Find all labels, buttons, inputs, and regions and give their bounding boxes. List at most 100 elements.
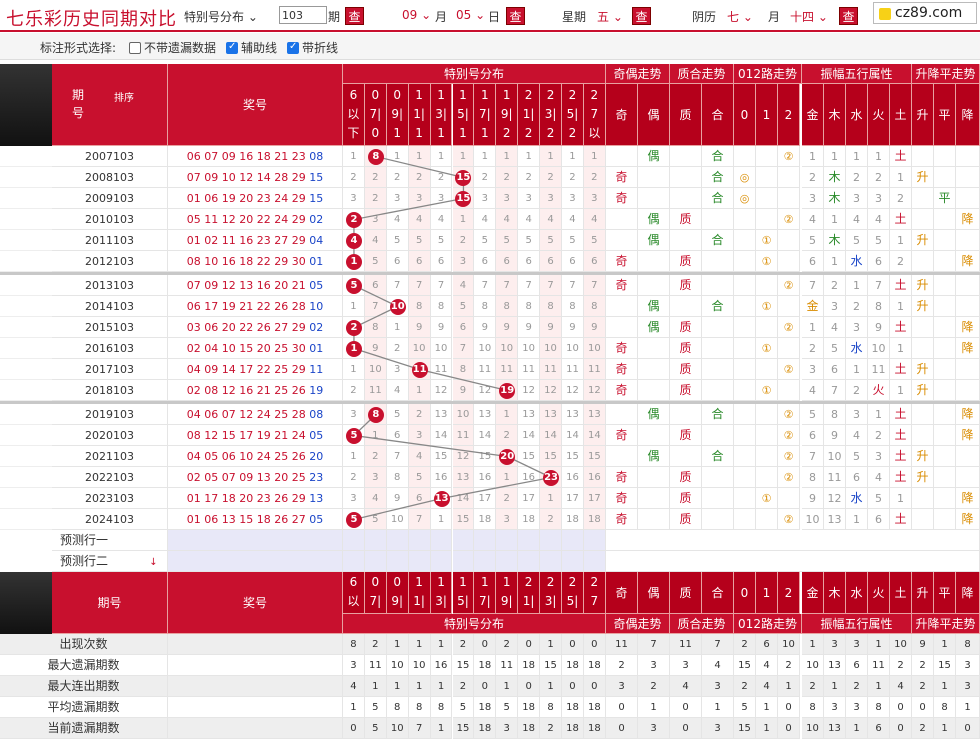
option-guide-line-label: 辅助线	[241, 41, 278, 55]
period-input[interactable]	[279, 6, 327, 24]
day-select[interactable]: 05 ⌄	[456, 8, 485, 22]
predict-dist-cell[interactable]	[583, 551, 606, 572]
dist-col-label: 21|22	[522, 575, 535, 608]
trend-cell: ②	[778, 425, 800, 446]
row-avatar	[0, 380, 52, 401]
predict-award-cell[interactable]	[168, 551, 343, 572]
checkbox-icon[interactable]	[129, 42, 141, 54]
special-number-ball: 23	[543, 469, 560, 486]
trend-cell: 升	[912, 446, 934, 467]
predict-dist-cell[interactable]	[496, 530, 519, 551]
dist-col-label: 13|14	[435, 88, 447, 140]
query-button-period[interactable]: 查	[345, 7, 364, 25]
dist-cell: 2	[583, 167, 606, 188]
trend-cell: 3	[802, 359, 824, 380]
predict-dist-cell[interactable]	[474, 551, 497, 572]
dist-cell: 10	[386, 509, 409, 530]
predict-dist-cell[interactable]	[562, 551, 584, 572]
predict-dist-cell[interactable]	[364, 530, 387, 551]
dist-col-label: 09|10	[391, 88, 404, 140]
trend-cell: 升	[912, 467, 934, 488]
predict-dist-cell[interactable]	[583, 530, 606, 551]
dist-cell: 9	[583, 317, 606, 338]
mode-select[interactable]: 特别号分布 ⌄	[184, 8, 258, 25]
trend-cell: ①	[756, 488, 778, 509]
arrow-down-icon[interactable]: ↓	[146, 557, 157, 568]
checkbox-checked-icon[interactable]	[287, 41, 299, 54]
predict-dist-cell[interactable]	[343, 530, 365, 551]
query-button-week[interactable]: 查	[632, 7, 651, 25]
trend-cell: 4	[802, 380, 824, 401]
predict-dist-cell[interactable]	[518, 530, 541, 551]
predict-dist-cell[interactable]	[452, 530, 475, 551]
trend-cell: 7	[802, 446, 824, 467]
dist-cell: 16	[518, 467, 541, 488]
trend-cell: 奇	[606, 251, 638, 272]
predict-dist-cell[interactable]	[364, 551, 387, 572]
predict-dist-cell[interactable]	[408, 551, 431, 572]
stat-cell: 2	[846, 676, 868, 697]
dist-col-label: 09|10	[391, 575, 404, 608]
month-select[interactable]: 09 ⌄	[402, 8, 431, 22]
predict-dist-cell[interactable]	[562, 530, 584, 551]
trend-cell: 质	[670, 509, 702, 530]
trend-cell: 5	[846, 230, 868, 251]
lunar-day-select[interactable]: 十四 ⌄	[790, 8, 828, 25]
predict-row-label[interactable]: 预测行二 ↓	[52, 551, 168, 572]
stat-cell: 0	[956, 718, 980, 739]
option-polyline[interactable]: 带折线	[287, 39, 338, 56]
predict-row-label[interactable]: 预测行一	[52, 530, 168, 551]
dist-col-label: 11|12	[413, 88, 425, 140]
predict-dist-cell[interactable]	[343, 551, 365, 572]
dist-cell: 8	[496, 296, 519, 317]
trend-cell: 11	[868, 359, 890, 380]
query-button-lunar[interactable]: 查	[839, 7, 858, 25]
stat-cell: 0	[562, 634, 584, 655]
predict-dist-cell[interactable]	[540, 530, 562, 551]
option-no-omission[interactable]: 不带遗漏数据	[129, 39, 216, 56]
predict-dist-cell[interactable]	[496, 551, 519, 572]
week-select[interactable]: 五 ⌄	[597, 8, 623, 25]
predict-dist-cell[interactable]	[518, 551, 541, 572]
dist-cell: 11	[364, 380, 387, 401]
trend-cell	[778, 338, 800, 359]
dist-cell: 1	[343, 359, 365, 380]
dist-col-header: 17|18	[474, 84, 497, 146]
sort-button[interactable]: 排序	[114, 90, 134, 108]
predict-dist-cell[interactable]	[452, 551, 475, 572]
trend-cell: ②	[778, 146, 800, 167]
trend-cell	[934, 446, 956, 467]
dist-cell: 10	[518, 338, 541, 359]
predict-dist-cell[interactable]	[386, 551, 409, 572]
predict-dist-cell[interactable]	[474, 530, 497, 551]
award-numbers: 03 06 20 22 26 27 29 02	[168, 317, 343, 338]
period-cell: 2007103	[52, 146, 168, 167]
trend-cell	[934, 251, 956, 272]
row-avatar	[0, 467, 52, 488]
trend-cell	[702, 488, 734, 509]
predict-dist-cell[interactable]	[430, 551, 453, 572]
checkbox-checked-icon[interactable]	[226, 41, 238, 54]
dist-cell: 2	[364, 446, 387, 467]
stat-row-label: 最大连出期数	[0, 676, 168, 697]
mode-select-value: 特别号分布	[184, 10, 245, 24]
predict-award-cell[interactable]	[168, 530, 343, 551]
predict-dist-cell[interactable]	[540, 551, 562, 572]
option-guide-line[interactable]: 辅助线	[226, 39, 277, 56]
site-logo[interactable]: cz89.com	[873, 2, 977, 24]
lunar-month-select[interactable]: 七 ⌄	[727, 8, 753, 25]
award-numbers: 02 05 07 09 13 20 25 23	[168, 467, 343, 488]
header-award: 奖号	[168, 64, 343, 146]
stat-cell: 0	[606, 718, 638, 739]
dist-cell: 7	[408, 275, 431, 296]
sub-col-header: 质	[670, 84, 702, 146]
dist-cell: 6	[562, 251, 584, 272]
stat-cell: 0	[670, 718, 702, 739]
trend-cell: 降	[956, 317, 980, 338]
predict-dist-cell[interactable]	[408, 530, 431, 551]
predict-dist-cell[interactable]	[386, 530, 409, 551]
predict-dist-cell[interactable]	[430, 530, 453, 551]
trend-cell	[638, 380, 670, 401]
stat-cell: 0	[583, 634, 606, 655]
query-button-date[interactable]: 查	[506, 7, 525, 25]
